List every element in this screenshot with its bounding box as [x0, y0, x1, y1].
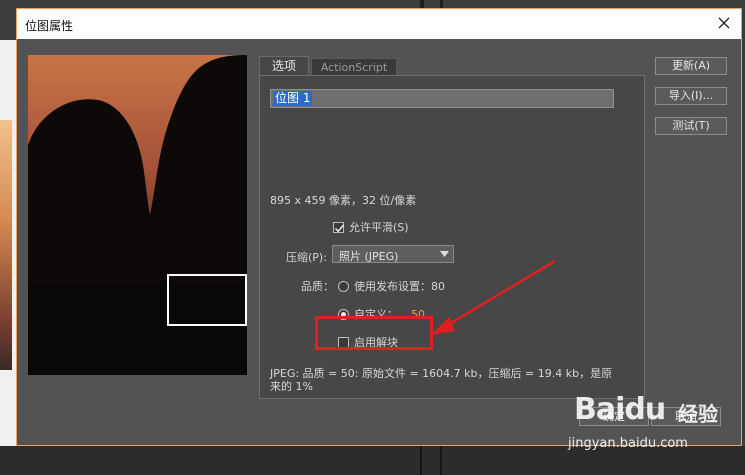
tab-options[interactable]: 选项 — [259, 56, 309, 76]
chevron-down-icon — [440, 251, 449, 257]
tab-actionscript[interactable]: ActionScript — [311, 58, 397, 76]
test-button[interactable]: 测试(T) — [655, 117, 727, 135]
preview-image — [28, 55, 247, 375]
compression-label: 压缩(P): — [286, 251, 327, 264]
allow-smoothing-row[interactable]: 允许平滑(S) — [333, 219, 409, 235]
bitmap-name-input[interactable]: 位图 1 — [270, 89, 614, 108]
watermark: Baidu 经验 jingyan.baidu.com — [568, 392, 724, 458]
annotation-arrow-icon — [431, 259, 556, 335]
background-divider — [420, 446, 422, 475]
preview-viewport-frame[interactable] — [167, 274, 247, 326]
options-panel: 位图 1 895 x 459 像素，32 位/像素 允许平滑(S) 压缩(P):… — [259, 75, 645, 399]
checkmark-icon — [334, 224, 345, 232]
watermark-url: jingyan.baidu.com — [568, 436, 688, 451]
watermark-logo-sub: 经验 — [678, 402, 718, 426]
annotation-highlight-box — [315, 316, 433, 350]
dimensions-info: 895 x 459 像素，32 位/像素 — [270, 194, 417, 207]
compression-value: 照片 (JPEG) — [339, 250, 399, 263]
background-divider — [420, 0, 424, 8]
watermark-logo: Baidu — [574, 392, 666, 427]
quality-publish-radio[interactable] — [338, 280, 349, 292]
update-button[interactable]: 更新(A) — [655, 57, 727, 75]
background-photo — [0, 120, 12, 370]
close-icon — [718, 17, 730, 29]
allow-smoothing-label: 允许平滑(S) — [349, 221, 409, 234]
close-button[interactable] — [715, 14, 733, 32]
dialog-title: 位图属性 — [25, 19, 74, 33]
quality-label: 品质： — [301, 280, 334, 293]
bitmap-preview — [28, 55, 247, 375]
background-divider — [440, 0, 443, 8]
bitmap-properties-dialog: 位图属性 选项 ActionScript 位图 1 895 x 459 像素，3… — [16, 8, 742, 446]
import-button[interactable]: 导入(I)... — [655, 87, 727, 105]
jpeg-compression-info: JPEG: 品质 = 50: 原始文件 = 1604.7 kb，压缩后 = 19… — [270, 367, 613, 393]
bitmap-name-selected-text: 位图 1 — [273, 91, 313, 106]
background-divider — [440, 446, 442, 475]
dialog-titlebar[interactable]: 位图属性 — [17, 9, 741, 39]
allow-smoothing-checkbox[interactable] — [333, 221, 345, 233]
